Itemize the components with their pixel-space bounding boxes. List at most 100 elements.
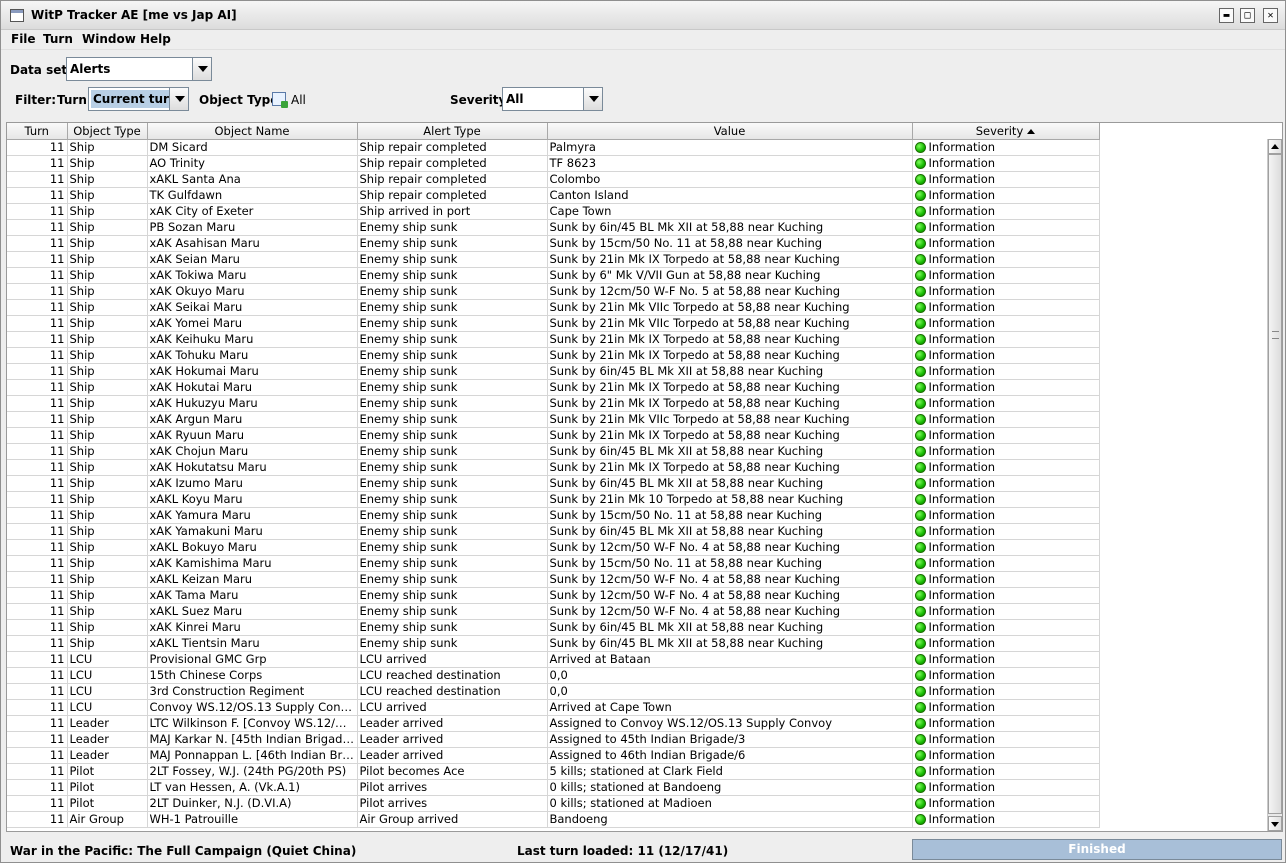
severity-info-icon	[914, 494, 926, 505]
menu-help[interactable]: Help	[140, 32, 171, 46]
cell-severity: Information	[912, 507, 1100, 524]
table-row[interactable]: 11 Ship xAKL Tientsin Maru Enemy ship sunk S…	[7, 635, 1100, 652]
severity-text: Information	[928, 652, 996, 666]
col-object-type[interactable]: Object Type	[67, 123, 148, 140]
table-row[interactable]: 11 Ship xAK City of Exeter Ship arrived in …	[7, 203, 1100, 220]
col-alert-type[interactable]: Alert Type	[357, 123, 548, 140]
table-row[interactable]: 11 Pilot 2LT Duinker, N.J. (D.VI.A) Pilot a…	[7, 795, 1100, 812]
object-type-filter-icon[interactable]	[272, 92, 288, 108]
cell-turn: 11	[7, 635, 68, 652]
table-row[interactable]: 11 Leader LTC Wilkinson F. [Convoy WS.12/O…	[7, 715, 1100, 732]
table-row[interactable]: 11 LCU 3rd Construction Regiment LCU reache…	[7, 683, 1100, 700]
table-row[interactable]: 11 Ship xAK Tohuku Maru Enemy ship sunk Sunk…	[7, 347, 1100, 364]
table-row[interactable]: 11 Ship AO Trinity Ship repair completed TF …	[7, 155, 1100, 172]
table-row[interactable]: 11 Ship xAK Tokiwa Maru Enemy ship sunk Sunk…	[7, 267, 1100, 284]
table-row[interactable]: 11 Ship xAK Seikai Maru Enemy ship sunk Sunk…	[7, 299, 1100, 316]
table-row[interactable]: 11 Ship xAK Okuyo Maru Enemy ship sunk Sunk …	[7, 283, 1100, 300]
close-icon[interactable]: ✕	[1263, 8, 1278, 23]
severity-text: Information	[928, 204, 996, 218]
scroll-down-icon[interactable]	[1268, 816, 1282, 831]
table-row[interactable]: 11 Ship xAK Keihuku Maru Enemy ship sunk Sun…	[7, 331, 1100, 348]
title-bar[interactable]: WitP Tracker AE [me vs Jap AI] ▬ □ ✕	[1, 1, 1285, 30]
table-row[interactable]: 11 Ship xAK Ryuun Maru Enemy ship sunk Sunk …	[7, 427, 1100, 444]
table-row[interactable]: 11 Ship xAKL Santa Ana Ship repair complete…	[7, 171, 1100, 188]
scroll-up-icon[interactable]	[1268, 139, 1282, 154]
table-row[interactable]: 11 Ship xAK Yomei Maru Enemy ship sunk Sunk …	[7, 315, 1100, 332]
cell-severity: Information	[912, 411, 1100, 428]
severity-info-icon	[914, 798, 926, 809]
cell-severity: Information	[912, 427, 1100, 444]
cell-alert-type: Enemy ship sunk	[357, 539, 548, 556]
alerts-table[interactable]: Turn Object Type Object Name Alert Type …	[6, 122, 1283, 832]
turn-select[interactable]: Current turn	[88, 87, 189, 111]
cell-turn: 11	[7, 315, 68, 332]
minimize-icon[interactable]: ▬	[1219, 8, 1234, 23]
table-row[interactable]: 11 Ship xAK Yamura Maru Enemy ship sunk Sunk…	[7, 507, 1100, 524]
col-value[interactable]: Value	[547, 123, 913, 140]
table-row[interactable]: 11 Ship xAK Hokutai Maru Enemy ship sunk Sun…	[7, 379, 1100, 396]
cell-value: Sunk by 6in/45 BL Mk XII at 58,88 near K…	[547, 363, 913, 380]
menu-turn[interactable]: Turn	[43, 32, 73, 46]
table-row[interactable]: 11 LCU Convoy WS.12/OS.13 Supply Convoy LCU…	[7, 699, 1100, 716]
cell-alert-type: Pilot arrives	[357, 779, 548, 796]
chevron-down-icon[interactable]	[192, 58, 211, 80]
table-row[interactable]: 11 Ship xAKL Keizan Maru Enemy ship sunk Sun…	[7, 571, 1100, 588]
severity-text: Information	[928, 700, 996, 714]
table-row[interactable]: 11 Ship xAK Izumo Maru Enemy ship sunk Sunk …	[7, 475, 1100, 492]
col-object-name[interactable]: Object Name	[147, 123, 358, 140]
table-row[interactable]: 11 Ship xAK Tama Maru Enemy ship sunk Sunk b…	[7, 587, 1100, 604]
dataset-select[interactable]: Alerts	[66, 57, 212, 81]
severity-text: Information	[928, 300, 996, 314]
table-row[interactable]: 11 Pilot LT van Hessen, A. (Vk.A.1) Pilot a…	[7, 779, 1100, 796]
table-row[interactable]: 11 Leader MAJ Ponnappan L. [46th Indian Br…	[7, 747, 1100, 764]
cell-turn: 11	[7, 363, 68, 380]
table-row[interactable]: 11 Ship xAK Hukuzyu Maru Enemy ship sunk Sun…	[7, 395, 1100, 412]
table-row[interactable]: 11 Ship xAK Chojun Maru Enemy ship sunk Sunk…	[7, 443, 1100, 460]
objtype-value[interactable]: All	[291, 93, 306, 107]
table-row[interactable]: 11 LCU 15th Chinese Corps LCU reached desti…	[7, 667, 1100, 684]
table-row[interactable]: 11 Ship xAKL Koyu Maru Enemy ship sunk Sunk …	[7, 491, 1100, 508]
col-turn[interactable]: Turn	[7, 123, 68, 140]
table-row[interactable]: 11 Leader MAJ Karkar N. [45th Indian Briga…	[7, 731, 1100, 748]
table-row[interactable]: 11 Ship PB Sozan Maru Enemy ship sunk Sunk b…	[7, 219, 1100, 236]
severity-select[interactable]: All	[502, 87, 603, 111]
cell-object-type: Ship	[67, 603, 148, 620]
table-row[interactable]: 11 Pilot 2LT Fossey, W.J. (24th PG/20th PS…	[7, 763, 1100, 780]
table-row[interactable]: 11 Ship TK Gulfdawn Ship repair completed Ca…	[7, 187, 1100, 204]
table-row[interactable]: 11 Ship xAK Yamakuni Maru Enemy ship sunk Su…	[7, 523, 1100, 540]
menu-window[interactable]: Window	[82, 32, 136, 46]
chevron-down-icon[interactable]	[583, 88, 602, 110]
cell-object-type: Leader	[67, 747, 148, 764]
maximize-icon[interactable]: □	[1240, 8, 1255, 23]
cell-severity: Information	[912, 683, 1100, 700]
table-row[interactable]: 11 Ship DM Sicard Ship repair completed Palm…	[7, 139, 1100, 156]
table-row[interactable]: 11 LCU Provisional GMC Grp LCU arrived Arriv…	[7, 651, 1100, 668]
menu-file[interactable]: File	[11, 32, 36, 46]
table-row[interactable]: 11 Ship xAK Seian Maru Enemy ship sunk Sunk …	[7, 251, 1100, 268]
table-row[interactable]: 11 Ship xAK Hokumai Maru Enemy ship sunk Sun…	[7, 363, 1100, 380]
cell-severity: Information	[912, 379, 1100, 396]
col-severity[interactable]: Severity	[912, 123, 1100, 140]
cell-severity: Information	[912, 667, 1100, 684]
cell-turn: 11	[7, 683, 68, 700]
table-row[interactable]: 11 Ship xAK Argun Maru Enemy ship sunk Sunk …	[7, 411, 1100, 428]
app-icon	[10, 9, 24, 22]
scrollbar-thumb[interactable]	[1268, 154, 1282, 814]
table-row[interactable]: 11 Ship xAKL Suez Maru Enemy ship sunk Sunk …	[7, 603, 1100, 620]
severity-text: Information	[928, 380, 996, 394]
cell-alert-type: Enemy ship sunk	[357, 619, 548, 636]
table-row[interactable]: 11 Air Group WH-1 Patrouille Air Group arri…	[7, 811, 1100, 828]
table-row[interactable]: 11 Ship xAK Kamishima Maru Enemy ship sunk S…	[7, 555, 1100, 572]
cell-severity: Information	[912, 443, 1100, 460]
table-row[interactable]: 11 Ship xAK Hokutatsu Maru Enemy ship sunk S…	[7, 459, 1100, 476]
cell-turn: 11	[7, 523, 68, 540]
chevron-down-icon[interactable]	[169, 88, 188, 110]
cell-object-type: Ship	[67, 187, 148, 204]
table-row[interactable]: 11 Ship xAKL Bokuyo Maru Enemy ship sunk Sun…	[7, 539, 1100, 556]
table-row[interactable]: 11 Ship xAK Asahisan Maru Enemy ship sunk Su…	[7, 235, 1100, 252]
table-row[interactable]: 11 Ship xAK Kinrei Maru Enemy ship sunk Sunk…	[7, 619, 1100, 636]
cell-severity: Information	[912, 363, 1100, 380]
vertical-scrollbar[interactable]	[1267, 139, 1282, 831]
severity-info-icon	[914, 446, 926, 457]
cell-turn: 11	[7, 587, 68, 604]
